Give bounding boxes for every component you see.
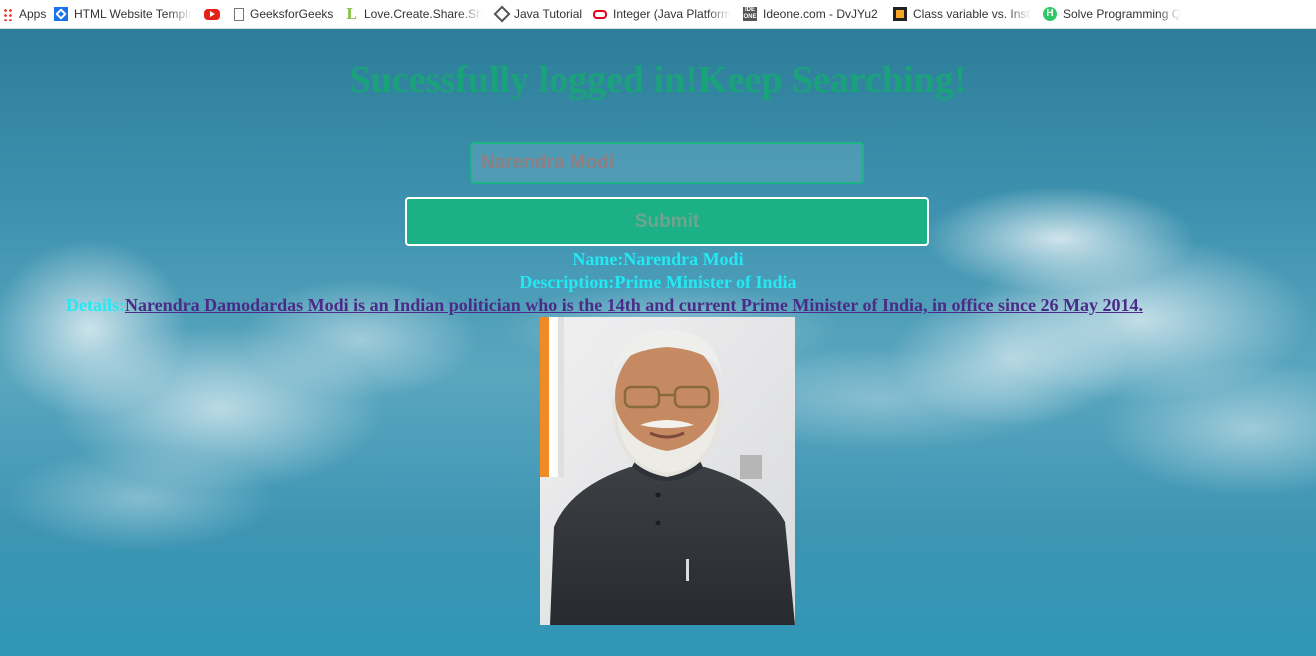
search-input[interactable]	[470, 142, 864, 184]
bookmark-label: Java Tutorial	[514, 7, 583, 21]
bookmark-label: Apps	[19, 7, 47, 21]
bookmark-html-templates[interactable]: HTML Website Templa	[54, 0, 192, 28]
bookmark-java-tutorial[interactable]: Java Tutorial	[493, 0, 583, 28]
html-template-icon	[54, 7, 68, 21]
hackerrank-icon: H	[1043, 7, 1057, 21]
name-value: Narendra Modi	[623, 249, 744, 269]
bookmark-label: Solve Programming Q	[1063, 7, 1181, 21]
bookmark-integer-java[interactable]: Integer (Java Platform	[593, 0, 731, 28]
page-title: Sucessfully logged in!Keep Searching!	[349, 59, 967, 101]
bookmark-apps[interactable]: Apps	[3, 0, 46, 28]
oracle-icon	[593, 9, 607, 19]
bookmark-ideone[interactable]: IDE ONE Ideone.com - DvJYu2	[743, 0, 878, 28]
diamond-icon	[493, 5, 511, 23]
bookmark-solve-programming[interactable]: H Solve Programming Q	[1043, 0, 1181, 28]
l-logo-icon: L	[346, 5, 357, 23]
description-label: Description:	[519, 272, 615, 292]
bookmark-youtube[interactable]	[204, 0, 226, 28]
ideone-icon: IDE ONE	[743, 7, 757, 21]
submit-button[interactable]: Submit	[405, 197, 929, 246]
class-variable-icon	[893, 7, 907, 21]
youtube-icon	[204, 8, 220, 20]
bookmark-label: Ideone.com - DvJYu2	[763, 7, 878, 21]
bookmark-love-create-share[interactable]: L Love.Create.Share.Sho	[346, 0, 482, 28]
description-value: Prime Minister of India	[614, 272, 797, 292]
bookmark-label: Integer (Java Platform	[613, 7, 731, 21]
bookmark-class-variable[interactable]: Class variable vs. Insta	[893, 0, 1031, 28]
details-link[interactable]: Narendra Damodardas Modi is an Indian po…	[125, 295, 1143, 315]
document-icon	[234, 7, 244, 21]
name-label: Name:	[572, 249, 624, 269]
result-description: Description:Prime Minister of India	[0, 271, 1316, 293]
bookmark-label: Class variable vs. Insta	[913, 7, 1031, 21]
result-name: Name:Narendra Modi	[0, 248, 1316, 270]
person-photo	[540, 317, 795, 625]
bookmark-label: Love.Create.Share.Sho	[364, 7, 482, 21]
result-details: Details:Narendra Damodardas Modi is an I…	[66, 294, 1143, 316]
bookmark-geeksforgeeks[interactable]: GeeksforGeeks	[234, 0, 333, 28]
bookmark-label: HTML Website Templa	[74, 7, 192, 21]
details-label: Details:	[66, 295, 125, 315]
apps-grid-icon	[3, 7, 13, 21]
bookmark-label: GeeksforGeeks	[250, 7, 334, 21]
bookmarks-bar: Apps HTML Website Templa GeeksforGeeks L…	[0, 0, 1316, 29]
